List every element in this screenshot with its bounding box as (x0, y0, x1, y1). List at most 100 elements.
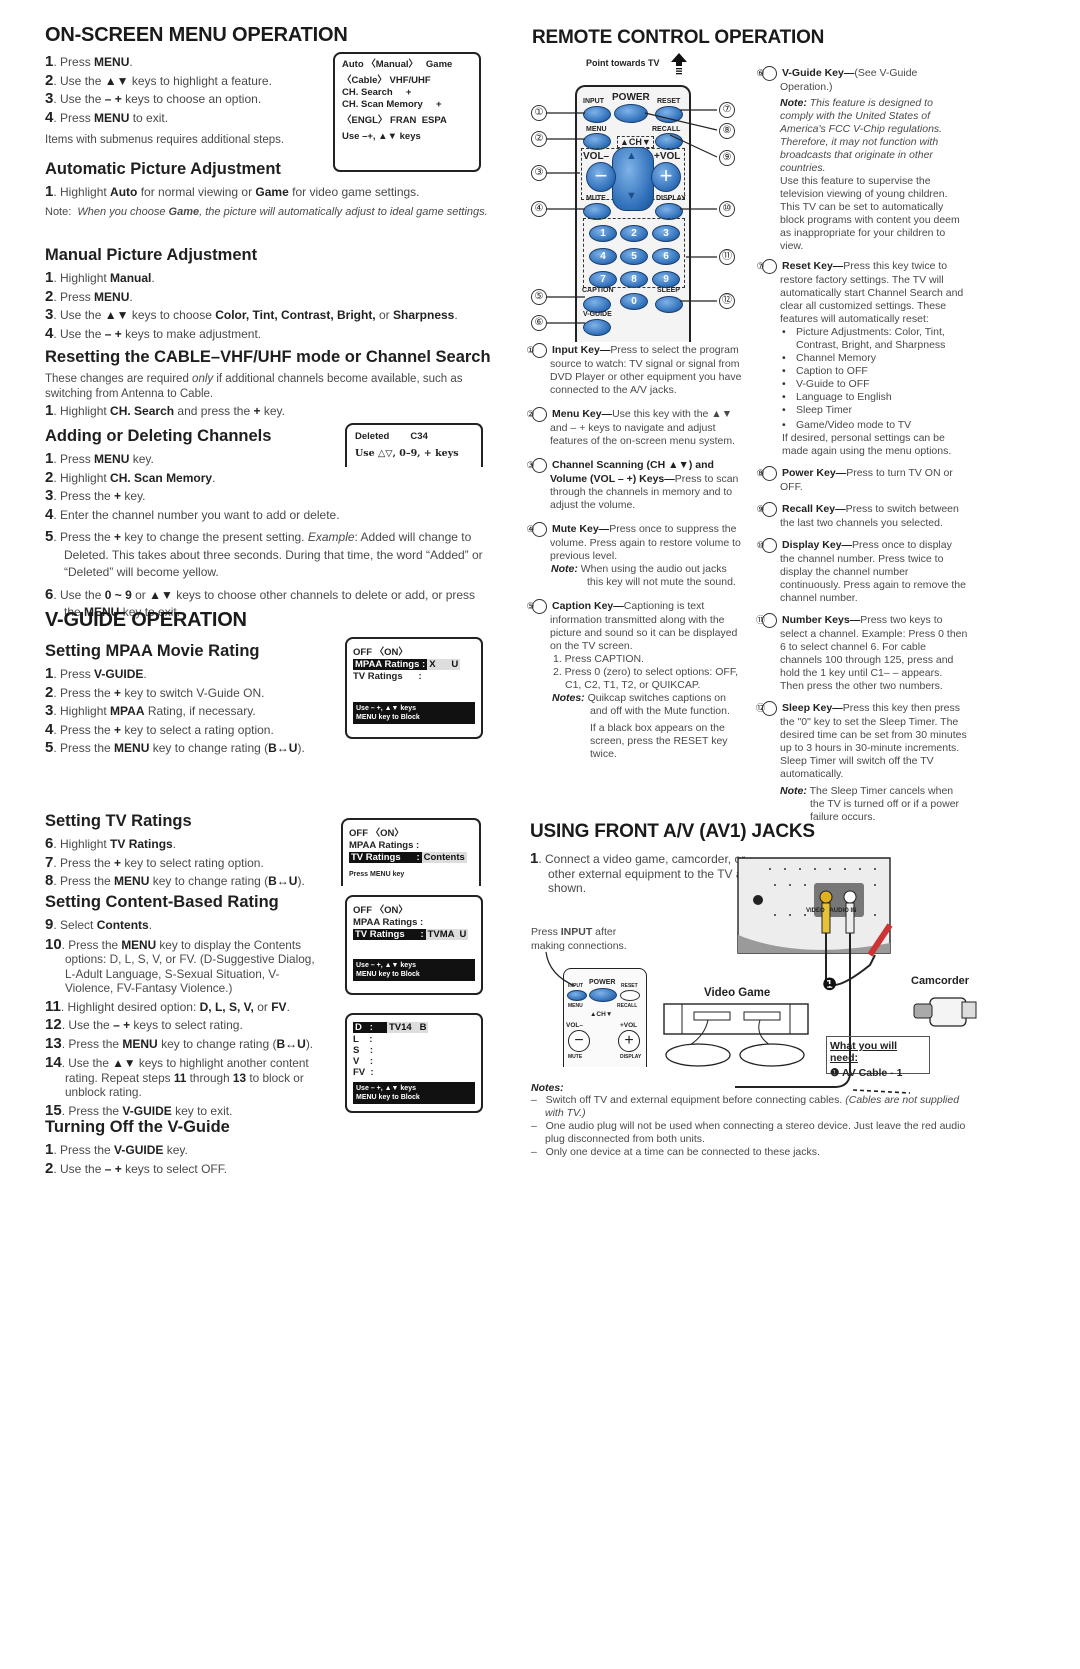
sleep-key-desc: ⑫ Sleep Key—Press this key then press the… (755, 701, 967, 780)
requirements-item: ❶ AV Cable - 1 (830, 1067, 903, 1079)
reset-bullets: Picture Adjustments: Color, Tint, Contra… (762, 326, 968, 432)
step: 2. Highlight CH. Scan Memory. (45, 468, 216, 486)
step: 5. Press the + key to change the present… (45, 528, 483, 579)
step: 13. Press the MENU key to change rating … (45, 1034, 314, 1052)
step: 2. Use the – + keys to select OFF. (45, 1159, 228, 1177)
step: 4. Use the – + keys to make adjustment. (45, 324, 262, 342)
auto-picture-note: Note: When you choose Game, the picture … (45, 206, 488, 218)
mini-vol-up[interactable]: + (618, 1030, 640, 1052)
bullet-item: Caption to OFF (796, 365, 968, 378)
osd-value: Contents (421, 852, 467, 863)
caption-substep: 2. Press 0 (zero) to select options: OFF… (553, 666, 738, 691)
notes-label: Notes: (531, 1082, 564, 1094)
step: 4. Press MENU to exit. (45, 108, 169, 126)
step: 3. Use the ▲▼ keys to choose Color, Tint… (45, 306, 458, 323)
callout-2: ② (531, 131, 547, 147)
vguide-key-desc: ⑥ V-Guide Key—(See V-Guide Operation.) (756, 66, 918, 93)
note-item: – Only one device at a time can be conne… (531, 1146, 820, 1158)
menu-key-desc: ② Menu Key—Use this key with the ▲▼ and –… (526, 407, 736, 447)
osd-line: OFF 〈ON〉 (353, 905, 408, 916)
step: 10. Press the MENU key to display the Co… (45, 935, 315, 996)
content-steps: 9. Select Contents. 10. Press the MENU k… (45, 916, 325, 1120)
sleep-key-note: Note: The Sleep Timer cancels when the T… (780, 785, 960, 823)
osd-line: V : (353, 1056, 374, 1067)
step: 14. Use the ▲▼ keys to highlight another… (45, 1054, 309, 1099)
bullet-item: Picture Adjustments: Color, Tint, Contra… (796, 326, 968, 352)
callout-4: ④ (531, 201, 547, 217)
step: 1. Connect a video game, camcorder, or o… (530, 850, 749, 895)
step: 2. Press the + key to switch V-Guide ON. (45, 683, 265, 701)
step: 1. Press the V-GUIDE key. (45, 1141, 188, 1158)
osd-help-bar: Use – +, ▲▼ keys MENU key to Block (353, 702, 475, 724)
step: 2. Press MENU. (45, 287, 133, 305)
callout-3: ③ (531, 165, 547, 181)
jack-hole (753, 895, 763, 905)
mini-display-label: DISPLAY (620, 1054, 642, 1060)
step: 1. Press MENU. (45, 53, 133, 70)
mini-vol-down[interactable]: − (568, 1030, 590, 1052)
osd-value: TVMA U (425, 929, 469, 940)
osd-line: Auto 〈Manual〉 Game (342, 59, 453, 70)
controller-icon (739, 1043, 805, 1067)
caption-note: If a black box appears on the screen, pr… (590, 722, 728, 760)
mpaa-title: Setting MPAA Movie Rating (45, 642, 260, 660)
press-input-note: Press INPUT after making connections. (531, 926, 627, 952)
step: 7. Press the + key to select rating opti… (45, 853, 264, 871)
remote-title: REMOTE CONTROL OPERATION (532, 27, 825, 48)
mini-ch-label: ▲CH▼ (590, 1011, 613, 1018)
adding-title: Adding or Deleting Channels (45, 427, 272, 445)
mini-reset-button[interactable] (620, 990, 640, 1001)
bullet-item: Language to English (796, 391, 968, 404)
power-key-desc: ⑧ Power Key—Press to turn TV ON or OFF. (756, 466, 953, 493)
number-keys-desc: ⑪ Number Keys—Press two keys to select a … (755, 613, 968, 692)
step: 2. Use the ▲▼ keys to highlight a featur… (45, 71, 272, 89)
auto-picture-title: Automatic Picture Adjustment (45, 160, 281, 178)
osd-line: FV : (353, 1067, 374, 1078)
osd-value: X U (427, 659, 461, 670)
osd-line: OFF 〈ON〉 (349, 828, 404, 839)
step: 3. Highlight MPAA Rating, if necessary. (45, 702, 256, 719)
mini-mute-label: MUTE (568, 1054, 583, 1060)
av-jacks-title: USING FRONT A/V (AV1) JACKS (530, 821, 815, 842)
osd-line: 〈ENGL〉 FRAN ESPA (342, 115, 447, 126)
mini-vol-plus-label: +VOL (620, 1022, 638, 1029)
osd-highlight: MPAA Ratings : (353, 659, 428, 670)
osd-line: Deleted C34 (355, 431, 428, 442)
mini-input-button[interactable] (567, 990, 587, 1001)
requirements-title: What you will need: (830, 1040, 898, 1064)
resetting-title: Resetting the CABLE–VHF/UHF mode or Chan… (45, 348, 491, 366)
vguide-key-usage: Use this feature to supervise the televi… (780, 175, 960, 252)
vguide-title: V-GUIDE OPERATION (45, 609, 247, 631)
step: 1. Highlight CH. Search and press the + … (45, 402, 285, 419)
key-descriptions-col2: ⑥ V-Guide Key—(See V-Guide Operation.) No… (755, 66, 968, 824)
osd-value: TV14 B (386, 1022, 429, 1033)
step: 4. Enter the channel number you want to … (45, 505, 340, 523)
bullet-item: Channel Memory (796, 352, 968, 365)
step: 3. Press the + key. (45, 487, 146, 504)
tv-ratings-title: Setting TV Ratings (45, 812, 192, 830)
arrow-up-icon (671, 53, 687, 75)
onscreen-steps: 1. Press MENU. 2. Use the ▲▼ keys to hig… (45, 53, 335, 148)
vguide-key-note: Note: This feature is designed to comply… (780, 97, 943, 174)
bullet-item: Sleep Timer (796, 404, 968, 417)
note-item: – Switch off TV and external equipment b… (531, 1094, 960, 1119)
osd-main-menu: Auto 〈Manual〉 Game 〈Cable〉 VHF/UHF CH. S… (333, 52, 481, 172)
callout-9: ⑨ (719, 150, 735, 166)
callout-12: ⑫ (719, 293, 735, 309)
mini-power-button[interactable] (589, 988, 617, 1002)
step: 12. Use the – + keys to select rating. (45, 1016, 243, 1033)
osd-help-bar: Use – +, ▲▼ keys MENU key to Block (353, 1082, 475, 1104)
off-steps: 1. Press the V-GUIDE key. 2. Use the – +… (45, 1141, 345, 1178)
vguide-off-title: Turning Off the V-Guide (45, 1118, 230, 1136)
channel-volume-key-desc: ③ Channel Scanning (CH ▲▼) and Volume (VO… (526, 458, 739, 511)
osd-tvma: OFF 〈ON〉 MPAA Ratings : TV Ratings : TVMA… (345, 895, 483, 995)
caption-substep: 1. Press CAPTION. (553, 653, 645, 665)
osd-line: 〈Cable〉 VHF/UHF (342, 75, 431, 86)
mute-key-note: Note: When using the audio out jacks thi… (551, 563, 736, 588)
mini-power-label: POWER (589, 979, 616, 986)
mute-key-desc: ④ Mute Key—Press once to suppress the vol… (526, 522, 741, 562)
step: 9. Select Contents. (45, 916, 153, 933)
callout-11: ⑪ (719, 249, 735, 265)
osd-highlight: D : (353, 1022, 387, 1033)
content-rating-title: Setting Content-Based Rating (45, 893, 279, 911)
